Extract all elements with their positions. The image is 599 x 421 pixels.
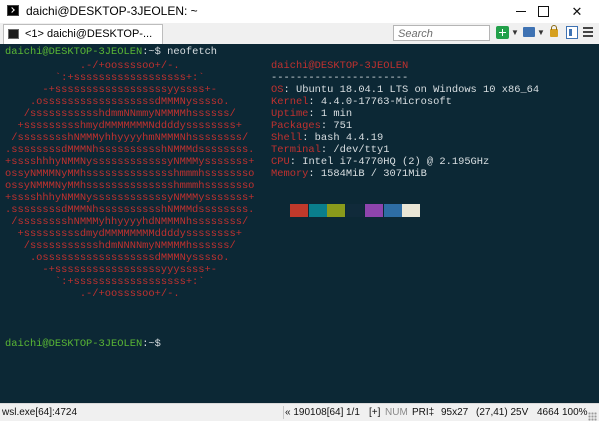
info-row: Memory: 1584MiB / 3071MiB (271, 168, 427, 180)
palette-swatch (327, 204, 346, 217)
logo-line: .-/+oossssoo+/-. (5, 288, 180, 300)
palette-swatch (308, 204, 327, 217)
logo-line: -+sssssssssssssssssyyyssss+- (5, 264, 218, 276)
info-value: 1 min (320, 108, 353, 120)
info-row: Shell: bash 4.4.19 (271, 132, 384, 144)
logo-line: +sssssssssdmydMMMMMMMMddddyssssssss+ (5, 228, 242, 240)
prompt-user: daichi@DESKTOP-3JEOLEN (5, 46, 143, 58)
info-row: CPU: Intel i7-4770HQ (2) @ 2.195GHz (271, 156, 490, 168)
info-row: Packages: 751 (271, 120, 353, 132)
logo-line: /sssssssshNMMMyhhyyyyhdNMMMNhssssssss/ (5, 216, 249, 228)
chevron-down-icon[interactable]: ▼ (511, 28, 519, 37)
console-output[interactable]: daichi@DESKTOP-3JEOLEN:~$ neofetch .-/+o… (0, 44, 586, 403)
search-input[interactable] (393, 25, 490, 41)
logo-line: ossyNMMMNyMMhsssssssssssssshmmmhssssssso (5, 168, 255, 180)
palette-swatch (402, 204, 421, 217)
logo-line: /sssssssshNMMMyhhyyyyhmNMMMNhssssssss/ (5, 132, 249, 144)
info-row: Uptime: 1 min (271, 108, 353, 120)
logo-line: +sssshhhyNMMNyssssssssssssyNMMMysssssss+ (5, 192, 255, 204)
palette-swatch (364, 204, 383, 217)
info-row: Terminal: /dev/tty1 (271, 144, 390, 156)
prompt-suffix: :~$ (142, 338, 161, 350)
logo-line: /ssssssssssshdmmNNmmyNMMMMhssssss/ (5, 108, 236, 120)
prompt-user: daichi@DESKTOP-3JEOLEN (5, 338, 143, 350)
cursor-position: (27,41) 25V (476, 407, 529, 418)
info-key: Uptime (271, 108, 309, 120)
info-key: Memory (271, 168, 309, 180)
tab-console-1[interactable]: <1> daichi@DESKTOP-... (3, 24, 163, 44)
logo-line: .ossssssssssssssssssdMMMNysssso. (5, 96, 230, 108)
resize-grip[interactable] (588, 412, 597, 421)
palette-swatch (290, 204, 308, 217)
logo-line: .ssssssssdMMMNhsssssssssshNMMMdssssssss. (5, 204, 255, 216)
info-value: 1584MiB / 3071MiB (320, 168, 427, 180)
zoom-level[interactable]: 100% (562, 407, 588, 418)
info-key: Terminal (271, 144, 321, 156)
logo-line: ossyNMMMNyMMhsssssssssssssshmmmhssssssso (5, 180, 255, 192)
command-text: neofetch (167, 46, 218, 58)
info-value: /dev/tty1 (333, 144, 390, 156)
hamburger-menu-icon[interactable] (583, 27, 593, 37)
page-info: 1/1 (346, 407, 360, 418)
info-row: OS: Ubuntu 18.04.1 LTS on Windows 10 x86… (271, 84, 540, 96)
tab-label: <1> daichi@DESKTOP-... (25, 28, 153, 40)
info-value: Ubuntu 18.04.1 LTS on Windows 10 x86_64 (295, 84, 540, 96)
title-bar[interactable]: daichi@DESKTOP-3JEOLEN: ~ ✕ (0, 0, 599, 23)
palette-swatch (346, 204, 365, 217)
info-value: 4.4.0-17763-Microsoft (320, 96, 452, 108)
window-title: daichi@DESKTOP-3JEOLEN: ~ (26, 4, 198, 18)
logo-line: -+ssssssssssssssssssyyssss+- (5, 84, 218, 96)
logo-line: .ossssssssssssssssssdMMMNysssso. (5, 252, 230, 264)
split-view-icon[interactable] (566, 26, 578, 39)
logo-line: +ssssssssshmydMMMMMMMNddddyssssssss+ (5, 120, 242, 132)
logo-line: .-/+oossssoo+/-. (5, 60, 180, 72)
info-separator: ---------------------- (271, 72, 409, 84)
info-value: bash 4.4.19 (314, 132, 384, 144)
chevron-down-icon[interactable]: ▼ (537, 28, 545, 37)
info-value: Intel i7-4770HQ (2) @ 2.195GHz (302, 156, 490, 168)
terminal-app-icon[interactable] (7, 5, 19, 16)
priority-indicator[interactable]: PRI‡ (412, 407, 434, 418)
insert-mode[interactable]: [+] (369, 407, 380, 418)
info-row: Kernel: 4.4.0-17763-Microsoft (271, 96, 452, 108)
console-size[interactable]: 95x27 (441, 407, 468, 418)
info-key: Packages (271, 120, 321, 132)
scroll-info[interactable]: « 190108[64] (285, 407, 343, 418)
status-bar: wsl.exe[64]:4724 « 190108[64] 1/1 [+] NU… (0, 403, 599, 421)
process-info[interactable]: wsl.exe[64]:4724 (2, 407, 77, 418)
info-value: 751 (333, 120, 353, 132)
palette-swatch (383, 204, 402, 217)
info-key: OS (271, 84, 284, 96)
logo-line: /ssssssssssshdmNNNNmyNMMMMhssssss/ (5, 240, 236, 252)
tab-toolbar: <1> daichi@DESKTOP-... ▼ ▼ (0, 23, 599, 45)
info-key: Shell (271, 132, 303, 144)
numlock-indicator: NUM (385, 407, 408, 418)
logo-line: .ssssssssdMMMNhsssssssssshNMMMdssssssss. (5, 144, 255, 156)
prompt-line-2: daichi@DESKTOP-3JEOLEN:~$ (5, 338, 161, 350)
console-tab-icon (8, 29, 19, 39)
prompt-line: daichi@DESKTOP-3JEOLEN:~$ neofetch (5, 46, 217, 58)
logo-line: `:+ssssssssssssssssss+:` (5, 276, 205, 288)
logo-line: +sssshhhyNMMNyssssssssssssyNMMMysssssss+ (5, 156, 255, 168)
info-header: daichi@DESKTOP-3JEOLEN (271, 60, 409, 72)
conemu-window: daichi@DESKTOP-3JEOLEN: ~ ✕ <1> daichi@D… (0, 0, 599, 421)
info-key: CPU (271, 156, 290, 168)
console-scrollbar[interactable] (586, 44, 599, 403)
close-button[interactable]: ✕ (555, 0, 599, 23)
server-pid: 4664 (537, 407, 560, 418)
lock-icon[interactable] (550, 25, 558, 37)
prompt-suffix: :~$ (142, 46, 161, 58)
monitor-icon[interactable] (523, 27, 535, 37)
info-key: Kernel (271, 96, 309, 108)
new-console-button[interactable] (496, 26, 509, 39)
logo-line: `:+ssssssssssssssssss+:` (5, 72, 205, 84)
